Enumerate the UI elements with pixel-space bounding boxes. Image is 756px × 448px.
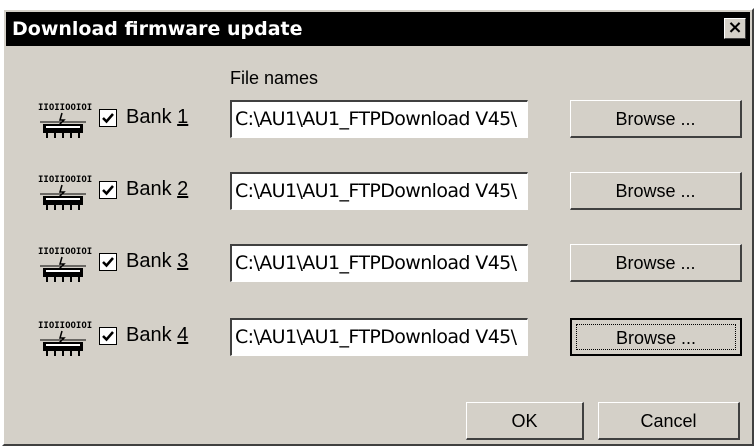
bank-row-2: IIOIIOOIOI Bank 2 C:\AU1\AU1_FTPDownload… (4, 172, 752, 212)
bank-2-checkbox[interactable] (99, 181, 117, 199)
firmware-chip-icon: IIOIIOOIOI (38, 247, 92, 282)
bank-4-checkbox[interactable] (99, 327, 117, 345)
bank-2-label: Bank 2 (126, 178, 189, 200)
bank-3-path-input[interactable]: C:\AU1\AU1_FTPDownload V45\ (230, 244, 528, 282)
bank-1-checkbox[interactable] (99, 109, 117, 127)
firmware-chip-icon: IIOIIOOIOI (38, 103, 92, 138)
bank-row-3: IIOIIOOIOI Bank 3 C:\AU1\AU1_FTPDownload… (4, 244, 752, 284)
checkmark-icon (102, 331, 114, 342)
svg-text:IIOIIOOIOI: IIOIIOOIOI (38, 321, 92, 331)
checkmark-icon (102, 257, 114, 268)
bank-1-label: Bank 1 (126, 106, 189, 128)
bank-4-path-input[interactable]: C:\AU1\AU1_FTPDownload V45\ (230, 318, 528, 356)
svg-text:IIOIIOOIOI: IIOIIOOIOI (38, 247, 92, 257)
title-bar[interactable]: Download firmware update × (6, 12, 750, 46)
bank-1-browse-button[interactable]: Browse ... (570, 100, 742, 138)
cancel-button[interactable]: Cancel (598, 402, 740, 440)
firmware-chip-icon: IIOIIOOIOI (38, 321, 92, 356)
bank-4-label: Bank 4 (126, 324, 189, 346)
checkmark-icon (102, 185, 114, 196)
svg-text:IIOIIOOIOI: IIOIIOOIOI (38, 175, 92, 185)
bank-2-browse-button[interactable]: Browse ... (570, 172, 742, 210)
file-names-label: File names (230, 68, 319, 88)
window-title: Download firmware update (12, 18, 303, 40)
bank-3-checkbox[interactable] (99, 253, 117, 271)
ok-button[interactable]: OK (466, 402, 584, 440)
close-icon: × (727, 17, 743, 38)
firmware-chip-icon: IIOIIOOIOI (38, 175, 92, 210)
bank-2-path-input[interactable]: C:\AU1\AU1_FTPDownload V45\ (230, 172, 528, 210)
close-button[interactable]: × (724, 18, 746, 39)
bank-row-1: IIOIIOOIOI Bank 1 C:\AU1\AU1_FTPDownload… (4, 100, 752, 140)
bank-4-browse-button[interactable]: Browse ... (570, 318, 742, 356)
bank-row-4: IIOIIOOIOI Bank 4 C:\AU1\AU1_FTPDownload… (4, 318, 752, 358)
bank-3-browse-button[interactable]: Browse ... (570, 244, 742, 282)
bank-1-path-input[interactable]: C:\AU1\AU1_FTPDownload V45\ (230, 100, 528, 138)
firmware-update-dialog: Download firmware update × File names II… (2, 8, 754, 446)
focus-ring (576, 324, 736, 350)
bank-3-label: Bank 3 (126, 250, 189, 272)
svg-text:IIOIIOOIOI: IIOIIOOIOI (38, 103, 92, 113)
checkmark-icon (102, 113, 114, 124)
